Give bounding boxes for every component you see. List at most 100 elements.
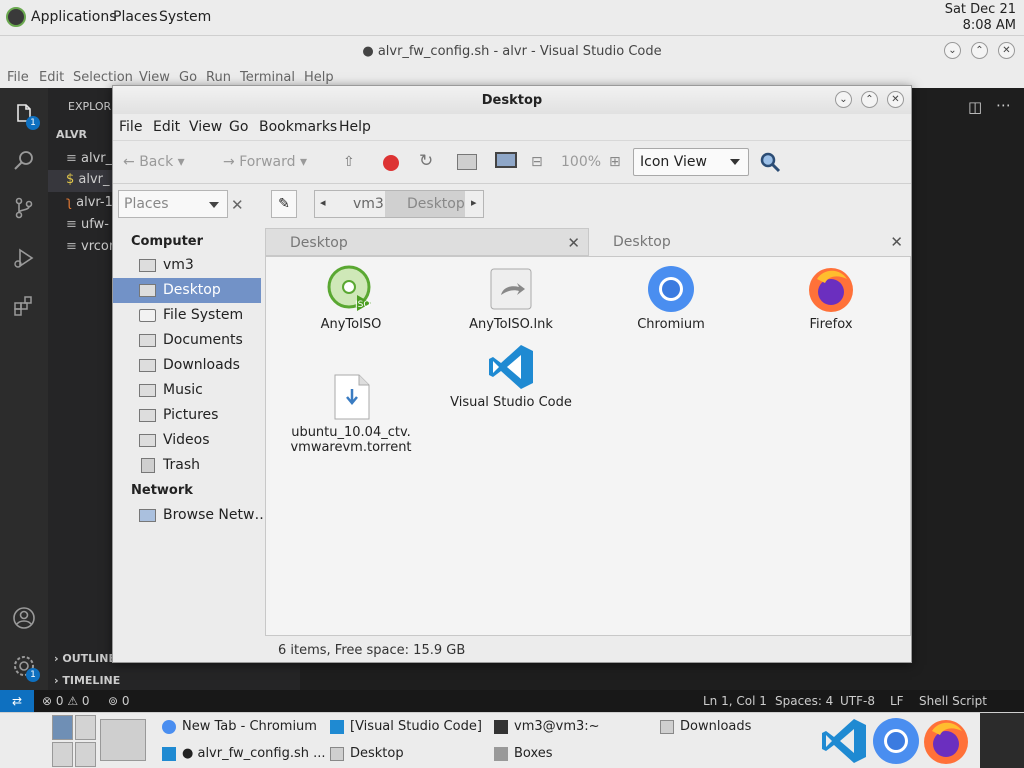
split-editor-icon[interactable]: ◫ [968,98,982,116]
place-documents[interactable]: Documents [113,328,261,353]
close-icon[interactable]: ✕ [998,42,1015,59]
vs-menu-file[interactable]: File [7,70,29,85]
task-vscode[interactable]: [Visual Studio Code] [330,719,482,734]
fm-menu-go[interactable]: Go [229,119,248,135]
file-chromium[interactable]: Chromium [596,265,746,332]
home-icon[interactable] [457,154,477,170]
language-mode[interactable]: Shell Script [919,694,987,708]
workspace-3[interactable] [52,742,73,767]
fm-menu-view[interactable]: View [189,119,222,135]
place-music[interactable]: Music [113,378,261,403]
zoom-in-icon[interactable]: ⊞ [609,154,621,170]
task-alvr-fw-config[interactable]: ● alvr_fw_config.sh ... [162,746,326,761]
extensions-icon[interactable] [12,294,36,318]
crumb-vm3[interactable]: vm3 [331,191,384,217]
tab-desktop-2[interactable]: Desktop ✕ [589,228,911,256]
task-chromium[interactable]: New Tab - Chromium [162,719,317,734]
vs-menu-selection[interactable]: Selection [73,70,133,85]
crumb-left-icon[interactable]: ◂ [320,196,326,209]
crumb-desktop[interactable]: Desktop [385,191,465,217]
vs-menu-edit[interactable]: Edit [39,70,64,85]
file-torrent[interactable]: ubuntu_10.04_ctv. vmwarevm.torrent [276,343,426,470]
applications-menu[interactable]: Applications [31,9,117,25]
file-vscode[interactable]: Visual Studio Code [436,343,586,410]
fm-menu-help[interactable]: Help [339,119,371,135]
fm-menu-edit[interactable]: Edit [153,119,180,135]
workspace-switcher[interactable] [52,715,96,767]
vs-menu-go[interactable]: Go [179,70,197,85]
icon-view[interactable]: ISO AnyToISO AnyToISO.lnk Chromium Firef… [265,256,911,636]
close-tab-icon[interactable]: ✕ [567,234,580,252]
vs-menu-view[interactable]: View [139,70,170,85]
crumb-right-icon[interactable]: ▸ [471,196,477,209]
fm-menu-file[interactable]: File [119,119,142,135]
folder-alvr[interactable]: ALVR [56,128,87,141]
ports-indicator[interactable]: ⊚ 0 [108,694,130,708]
fm-maximize-icon[interactable]: ⌃ [861,91,878,108]
outline-section[interactable]: › OUTLINE [54,652,116,665]
more-actions-icon[interactable]: ⋯ [996,96,1011,114]
system-menu[interactable]: System [159,9,211,25]
file-anytoiso-lnk[interactable]: AnyToISO.lnk [436,265,586,332]
vs-menu-help[interactable]: Help [304,70,334,85]
workspace-2[interactable] [75,715,96,740]
place-browse-network[interactable]: Browse Netw… [113,503,268,528]
file-row-active[interactable]: $ alvr_ [48,170,112,192]
launcher-vscode-icon[interactable] [820,717,868,768]
encoding[interactable]: UTF-8 [840,694,875,708]
place-downloads[interactable]: Downloads [113,353,261,378]
reload-icon[interactable]: ↻ [419,151,433,171]
vs-menu-terminal[interactable]: Terminal [240,70,295,85]
edit-location-icon[interactable]: ✎ [271,190,297,218]
task-boxes[interactable]: Boxes [494,746,553,761]
view-mode-select[interactable]: Icon View [633,148,749,176]
forward-button[interactable]: → Forward ▾ [223,154,307,170]
place-desktop[interactable]: Desktop [113,278,261,303]
places-menu[interactable]: Places [113,9,158,25]
minimize-icon[interactable]: ⌄ [944,42,961,59]
gnome-logo-icon[interactable] [6,7,26,27]
close-tab-icon[interactable]: ✕ [890,233,903,251]
launcher-chromium-icon[interactable] [872,717,920,768]
maximize-icon[interactable]: ⌃ [971,42,988,59]
fm-menu-bookmarks[interactable]: Bookmarks [259,119,337,135]
end-of-line[interactable]: LF [890,694,904,708]
launcher-firefox-icon[interactable] [922,717,970,768]
vs-menu-run[interactable]: Run [206,70,231,85]
fm-close-icon[interactable]: ✕ [887,91,904,108]
fm-minimize-icon[interactable]: ⌄ [835,91,852,108]
indentation[interactable]: Spaces: 4 [775,694,833,708]
problems-indicator[interactable]: ⊗ 0 ⚠ 0 [42,694,90,708]
search-icon[interactable] [759,151,781,177]
place-pictures[interactable]: Pictures [113,403,261,428]
show-desktop-icon[interactable] [100,719,146,761]
cursor-position[interactable]: Ln 1, Col 1 [703,694,767,708]
stop-icon[interactable] [383,155,399,171]
timeline-section[interactable]: › TIMELINE [54,674,120,687]
task-desktop[interactable]: Desktop [330,746,404,761]
place-filesystem[interactable]: File System [113,303,261,328]
source-control-icon[interactable] [12,196,36,220]
file-firefox[interactable]: Firefox [756,265,906,332]
place-vm3[interactable]: vm3 [113,253,261,278]
tab-desktop-1[interactable]: Desktop ✕ [265,228,589,256]
up-icon[interactable]: ⇧ [343,154,355,170]
computer-icon[interactable] [495,152,517,168]
close-pane-icon[interactable]: ✕ [231,196,244,214]
remote-icon[interactable]: ⇄ [0,690,34,712]
file-anytoiso[interactable]: ISO AnyToISO [276,265,426,332]
places-combo[interactable]: Places [118,190,228,218]
zoom-out-icon[interactable]: ⊟ [531,154,543,170]
run-debug-icon[interactable] [12,246,36,270]
back-button[interactable]: ← Back ▾ [123,154,185,170]
search-icon[interactable] [12,148,36,172]
clock[interactable]: Sat Dec 21 8:08 AM [945,2,1016,34]
task-terminal[interactable]: vm3@vm3:~ [494,719,600,734]
workspace-4[interactable] [75,742,96,767]
place-trash[interactable]: Trash [113,453,261,478]
account-icon[interactable] [12,606,36,630]
place-videos[interactable]: Videos [113,428,261,453]
workspace-1[interactable] [52,715,73,740]
fm-titlebar[interactable]: Desktop ⌄ ⌃ ✕ [113,86,911,114]
task-downloads[interactable]: Downloads [660,719,751,734]
